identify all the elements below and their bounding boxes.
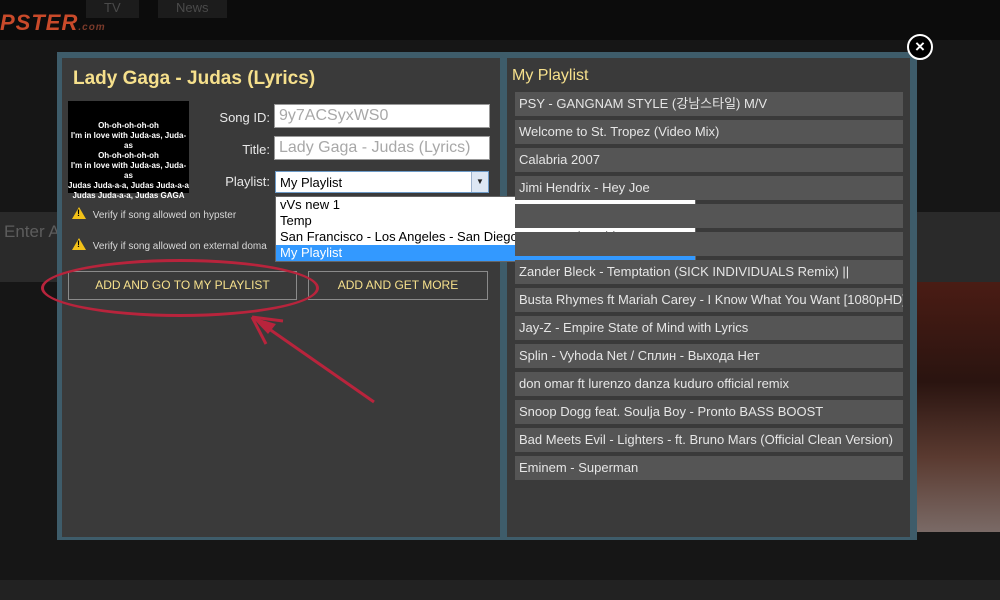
- playlist-item[interactable]: PSY - GANGNAM STYLE (강남스타일) M/V: [515, 92, 903, 116]
- playlist-item[interactable]: Jimi Hendrix - Hey Joe: [515, 176, 903, 200]
- playlist-item[interactable]: Welcome to St. Tropez (Video Mix): [515, 120, 903, 144]
- playlist-item[interactable]: Jay-Z - Empire State of Mind with Lyrics: [515, 316, 903, 340]
- playlist-item[interactable]: Eminem - Superman: [515, 456, 903, 480]
- playlist-item[interactable]: [515, 204, 903, 228]
- playlist-item[interactable]: don omar ft lurenzo danza kuduro officia…: [515, 372, 903, 396]
- playlist-item[interactable]: Bad Meets Evil - Lighters - ft. Bruno Ma…: [515, 428, 903, 452]
- playlist-item[interactable]: Splin - Vyhoda Net / Сплин - Выхода Нет: [515, 344, 903, 368]
- playlist-item[interactable]: Busta Rhymes ft Mariah Carey - I Know Wh…: [515, 288, 903, 312]
- playlist-heading: My Playlist: [512, 67, 589, 84]
- playlist-item[interactable]: Calabria 2007: [515, 148, 903, 172]
- playlist-item[interactable]: Zander Bleck - Temptation (SICK INDIVIDU…: [515, 260, 903, 284]
- playlist-item[interactable]: [515, 232, 903, 256]
- playlist-item[interactable]: Snoop Dogg feat. Soulja Boy - Pronto BAS…: [515, 400, 903, 424]
